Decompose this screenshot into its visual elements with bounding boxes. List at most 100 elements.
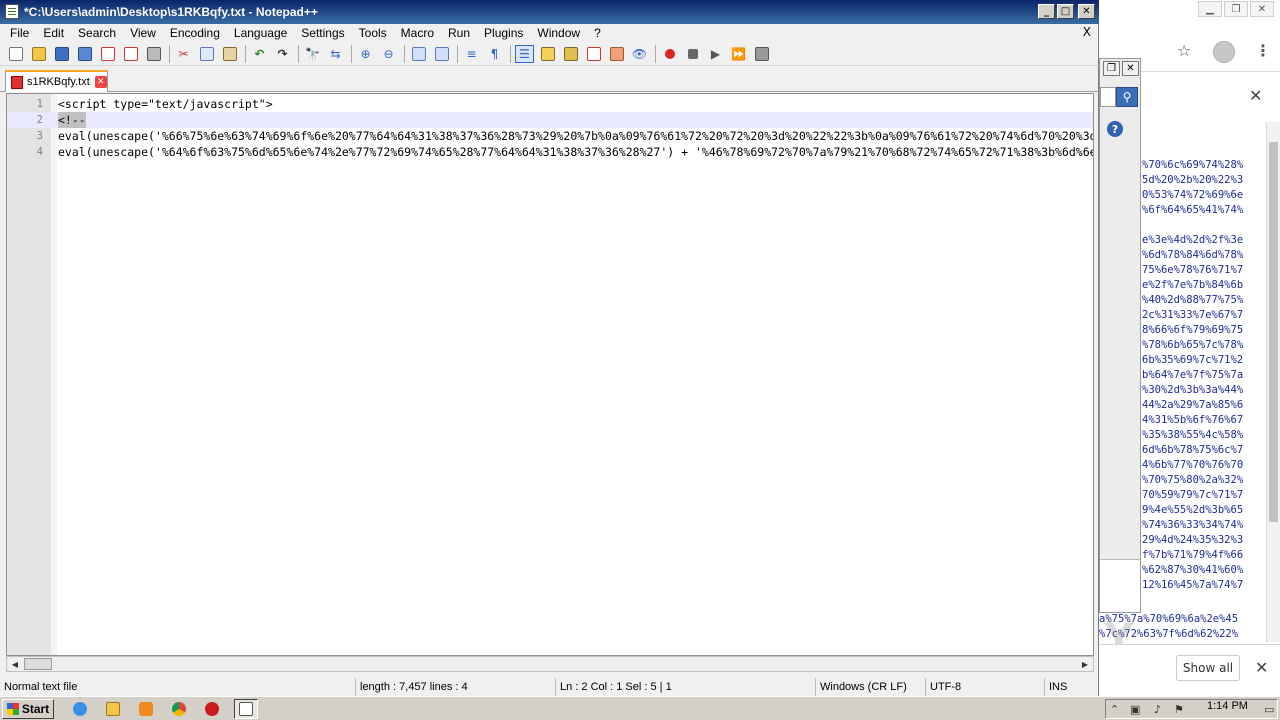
close-icon[interactable]: ✕ bbox=[1122, 61, 1139, 76]
user-language-icon[interactable] bbox=[538, 45, 557, 63]
editor-line[interactable]: 3 eval(unescape('%66%75%6e%63%74%69%6f%6… bbox=[7, 128, 1093, 144]
media-player-icon[interactable] bbox=[134, 699, 158, 719]
menu-run[interactable]: Run bbox=[441, 26, 477, 40]
cut-icon[interactable]: ✂ bbox=[174, 45, 193, 63]
network-icon[interactable]: ▣ bbox=[1130, 703, 1143, 716]
replace-icon[interactable]: ⇆ bbox=[326, 45, 345, 63]
menu-edit[interactable]: Edit bbox=[36, 26, 71, 40]
maximize-icon[interactable]: □ bbox=[1057, 4, 1074, 19]
tab-s1rkbqfy[interactable]: s1RKBqfy.txt ✕ bbox=[5, 70, 108, 92]
volume-icon[interactable]: ♪ bbox=[1154, 703, 1167, 716]
save-all-icon[interactable] bbox=[75, 45, 94, 63]
run-macro-multiple-icon[interactable]: ⏩ bbox=[729, 45, 748, 63]
dialog-search-input[interactable] bbox=[1100, 87, 1116, 107]
scrollbar-thumb[interactable] bbox=[24, 658, 52, 670]
hex-line: 12%16%45%7a%74%7 bbox=[1142, 579, 1244, 591]
menu-tools[interactable]: Tools bbox=[352, 26, 394, 40]
editor-line[interactable]: 1 <script type="text/javascript"> bbox=[7, 96, 1093, 112]
menu-language[interactable]: Language bbox=[227, 26, 294, 40]
close-file-icon[interactable] bbox=[98, 45, 117, 63]
undo-icon[interactable]: ↶ bbox=[250, 45, 269, 63]
browser-window-controls: ▁ ❐ ✕ bbox=[1198, 0, 1274, 17]
sync-horizontal-icon[interactable] bbox=[432, 45, 451, 63]
sync-vertical-icon[interactable] bbox=[409, 45, 428, 63]
folder-workspace-icon[interactable] bbox=[607, 45, 626, 63]
opera-icon[interactable] bbox=[200, 699, 224, 719]
explorer-folder-icon[interactable] bbox=[101, 699, 125, 719]
ie-icon[interactable] bbox=[68, 699, 92, 719]
scrollbar-thumb[interactable] bbox=[1269, 142, 1278, 522]
menu-window[interactable]: Window bbox=[530, 26, 587, 40]
document-close-button[interactable]: X bbox=[1083, 25, 1091, 39]
monitoring-icon[interactable]: 👁 bbox=[630, 45, 649, 63]
chrome-icon[interactable] bbox=[167, 699, 191, 719]
play-macro-icon[interactable]: ▶ bbox=[706, 45, 725, 63]
start-button[interactable]: Start bbox=[2, 699, 54, 719]
menu-help[interactable]: ? bbox=[587, 26, 608, 40]
star-bookmark-icon[interactable]: ☆ bbox=[1177, 41, 1191, 60]
show-all-button[interactable]: Show all bbox=[1176, 655, 1240, 681]
show-hidden-icons-icon[interactable]: ⌃ bbox=[1110, 703, 1123, 716]
new-file-icon[interactable] bbox=[6, 45, 25, 63]
notepad-taskbar-icon[interactable] bbox=[234, 699, 258, 719]
restore-icon[interactable]: ❐ bbox=[1224, 1, 1248, 17]
status-encoding[interactable]: UTF-8 bbox=[925, 678, 961, 696]
action-center-flag-icon[interactable]: ⚑ bbox=[1174, 703, 1187, 716]
close-icon[interactable]: ✕ bbox=[1250, 1, 1274, 17]
panel-close-icon[interactable]: ✕ bbox=[1249, 86, 1262, 105]
taskbar-clock[interactable]: 1:14 PM bbox=[1207, 700, 1248, 712]
save-macro-icon[interactable] bbox=[752, 45, 771, 63]
toolbar-separator bbox=[457, 44, 458, 63]
menu-view[interactable]: View bbox=[123, 26, 163, 40]
close-icon[interactable]: ✕ bbox=[1078, 4, 1095, 19]
toolbar-separator bbox=[404, 44, 405, 63]
menu-plugins[interactable]: Plugins bbox=[477, 26, 530, 40]
editor-line[interactable]: 4 eval(unescape('%64%6f%63%75%6d%65%6e%7… bbox=[7, 144, 1093, 160]
tab-close-icon[interactable]: ✕ bbox=[94, 76, 107, 88]
browser-vertical-scrollbar[interactable] bbox=[1266, 122, 1280, 642]
hex-line: 5d%20%2b%20%22%3 bbox=[1142, 174, 1244, 186]
line-number: 3 bbox=[36, 130, 43, 142]
document-map-icon[interactable] bbox=[561, 45, 580, 63]
save-icon[interactable] bbox=[52, 45, 71, 63]
menu-encoding[interactable]: Encoding bbox=[163, 26, 227, 40]
profile-avatar-icon[interactable] bbox=[1213, 41, 1235, 63]
status-insert-mode[interactable]: INS bbox=[1044, 678, 1067, 696]
show-desktop-icon[interactable]: ▭ bbox=[1264, 703, 1277, 716]
indent-guide-icon[interactable]: ☰ bbox=[515, 44, 534, 63]
horizontal-scrollbar[interactable]: ◀ ▶ bbox=[6, 656, 1094, 672]
word-wrap-icon[interactable]: ≡ bbox=[462, 45, 481, 63]
show-all-chars-icon[interactable]: ¶ bbox=[485, 45, 504, 63]
line-text: eval(unescape('%64%6f%63%75%6d%65%6e%74%… bbox=[58, 145, 1093, 159]
toolbar-separator bbox=[655, 44, 656, 63]
redo-icon[interactable]: ↷ bbox=[273, 45, 292, 63]
open-file-icon[interactable] bbox=[29, 45, 48, 63]
text-editor[interactable]: 1 <script type="text/javascript"> 2 <!--… bbox=[6, 93, 1094, 656]
close-all-icon[interactable] bbox=[121, 45, 140, 63]
paste-icon[interactable] bbox=[220, 45, 239, 63]
stop-macro-icon[interactable] bbox=[683, 45, 702, 63]
search-icon[interactable]: ⚲ bbox=[1116, 87, 1138, 107]
scroll-right-icon[interactable]: ▶ bbox=[1077, 657, 1093, 671]
restore-icon[interactable]: ❐ bbox=[1103, 61, 1120, 76]
hex-line: 4%31%5b%6f%76%67 bbox=[1142, 414, 1244, 426]
editor-line-current[interactable]: 2 <!-- bbox=[7, 112, 1093, 128]
minimize-icon[interactable]: _ bbox=[1038, 4, 1055, 19]
menu-settings[interactable]: Settings bbox=[294, 26, 351, 40]
kebab-menu-icon[interactable]: ⋮ bbox=[1255, 41, 1271, 60]
help-icon[interactable]: ? bbox=[1107, 121, 1123, 137]
download-bar-close-icon[interactable]: ✕ bbox=[1255, 658, 1268, 677]
zoom-out-icon[interactable]: ⊖ bbox=[379, 45, 398, 63]
scroll-left-icon[interactable]: ◀ bbox=[7, 657, 23, 671]
record-macro-icon[interactable] bbox=[660, 45, 679, 63]
minimize-icon[interactable]: ▁ bbox=[1198, 1, 1222, 17]
menu-file[interactable]: File bbox=[3, 26, 36, 40]
function-list-icon[interactable] bbox=[584, 45, 603, 63]
copy-icon[interactable] bbox=[197, 45, 216, 63]
print-icon[interactable] bbox=[144, 45, 163, 63]
status-eol[interactable]: Windows (CR LF) bbox=[815, 678, 907, 696]
menu-macro[interactable]: Macro bbox=[394, 26, 441, 40]
menu-search[interactable]: Search bbox=[71, 26, 123, 40]
find-icon[interactable]: 🔭 bbox=[303, 45, 322, 63]
zoom-in-icon[interactable]: ⊕ bbox=[356, 45, 375, 63]
